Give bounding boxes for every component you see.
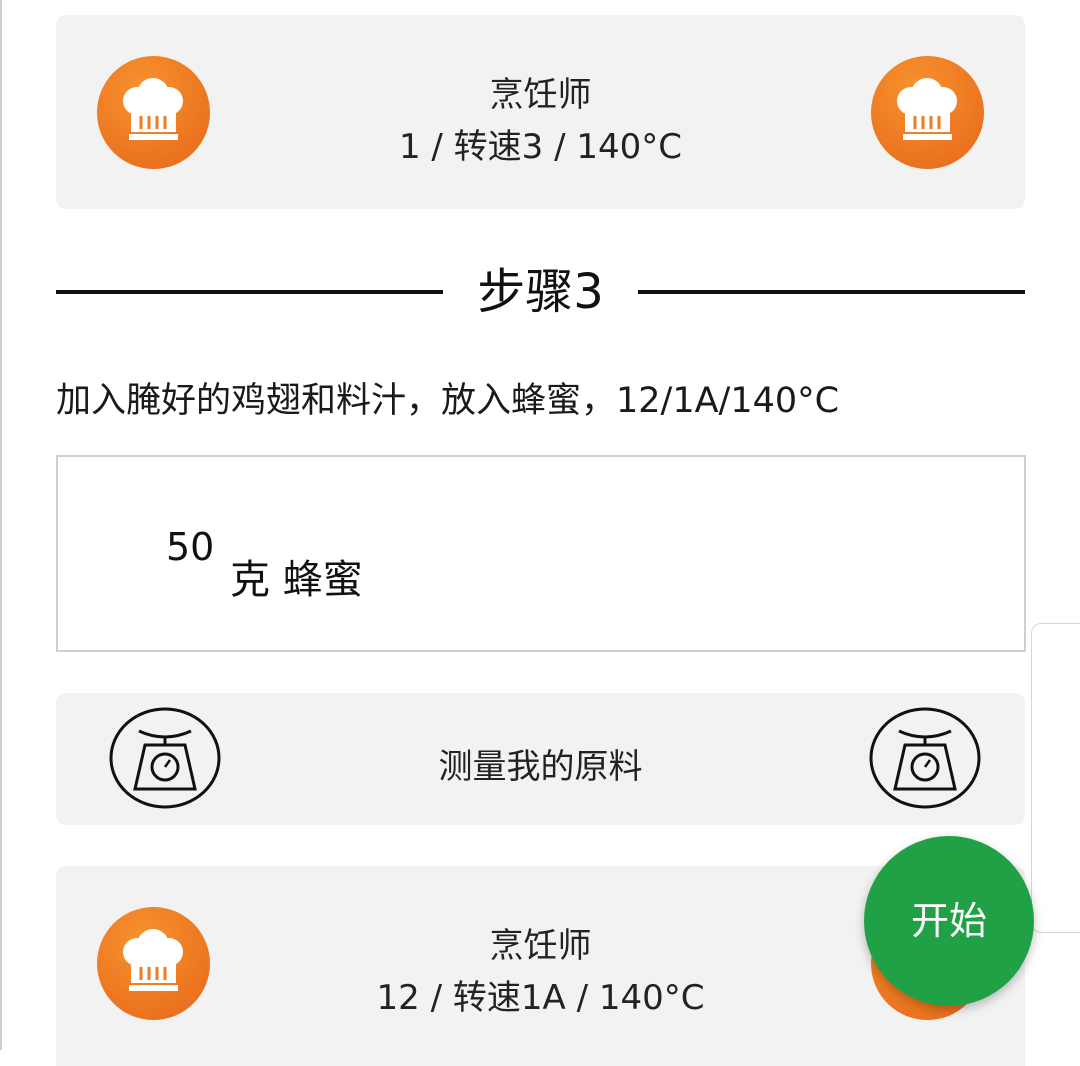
step-description: 加入腌好的鸡翅和料汁，放入蜂蜜，12/1A/140°C — [56, 381, 840, 421]
left-edge-border — [0, 0, 2, 1050]
divider-line-right — [638, 290, 1025, 294]
step-divider: 步骤3 — [56, 262, 1025, 322]
side-panel-tab[interactable] — [1031, 623, 1080, 933]
measure-ingredients-card[interactable]: 测量我的原料 — [56, 693, 1025, 825]
ingredient-name: 克 蜂蜜 — [230, 557, 363, 603]
ingredient-quantity: 50 — [166, 525, 215, 569]
scale-icon — [869, 707, 982, 810]
chef-hat-icon — [871, 56, 984, 169]
ingredient-box: 50 克 蜂蜜 — [56, 455, 1026, 652]
cook-card-top[interactable]: 烹饪师 1 / 转速3 / 140°C — [56, 15, 1025, 209]
start-button[interactable]: 开始 — [864, 836, 1034, 1006]
